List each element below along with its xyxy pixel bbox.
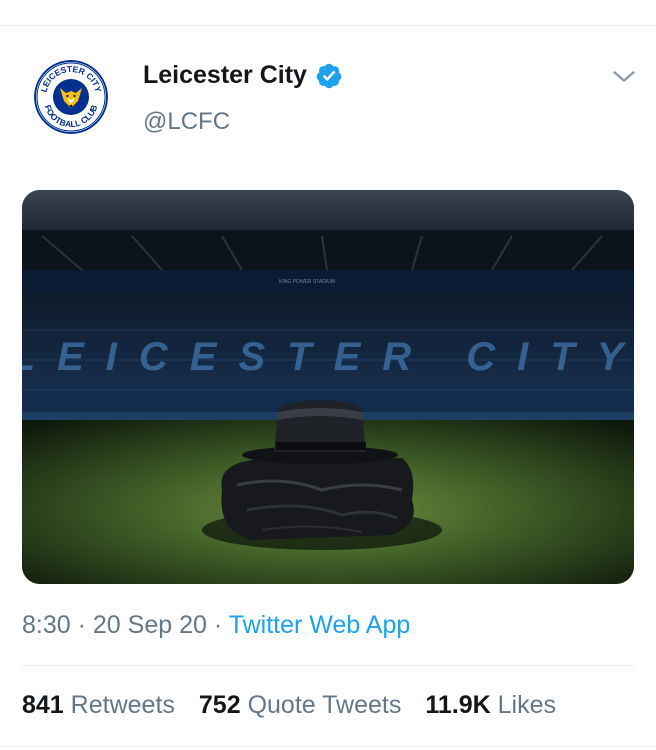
tweet-stats: 841 Retweets 752 Quote Tweets 11.9K Like…	[22, 691, 580, 720]
likes-count: 11.9K	[425, 691, 491, 719]
user-handle[interactable]: @LCFC	[143, 108, 230, 136]
stats-divider	[22, 665, 634, 666]
tweet-time[interactable]: 8:30	[22, 611, 71, 639]
likes-label: Likes	[497, 691, 557, 719]
verified-badge-icon	[316, 63, 342, 88]
retweets-stat[interactable]: 841 Retweets	[22, 691, 175, 720]
likes-stat[interactable]: 11.9K Likes	[425, 691, 556, 720]
quote-tweets-stat[interactable]: 752 Quote Tweets	[199, 691, 401, 720]
quote-tweets-label: Quote Tweets	[247, 691, 402, 719]
meta-separator: ·	[77, 611, 86, 639]
meta-separator: ·	[213, 611, 223, 639]
top-divider	[0, 25, 656, 26]
stadium-photo: KING POWER STADIUM LEICESTER CITY	[22, 190, 634, 584]
tweet-timestamp: 8:30 · 20 Sep 20 · Twitter Web App	[22, 611, 410, 640]
quote-tweets-count: 752	[198, 691, 241, 719]
avatar[interactable]: LEICESTER CITY FOOTBALL CLUB	[34, 60, 108, 134]
tweet-media-image[interactable]: KING POWER STADIUM LEICESTER CITY	[22, 190, 634, 584]
tweet-source-link[interactable]: Twitter Web App	[229, 611, 411, 639]
stand-lettering: LEICESTER CITY	[22, 335, 634, 379]
leicester-city-crest-icon: LEICESTER CITY FOOTBALL CLUB	[34, 60, 108, 134]
bottom-divider	[0, 746, 656, 747]
tweet-date[interactable]: 20 Sep 20	[93, 611, 207, 639]
chevron-down-icon[interactable]	[610, 62, 638, 90]
stadium-sign: KING POWER STADIUM	[279, 279, 335, 285]
display-name-text: Leicester City	[143, 61, 307, 89]
retweets-count: 841	[22, 691, 64, 719]
retweets-label: Retweets	[70, 691, 175, 719]
display-name[interactable]: Leicester City	[143, 61, 343, 90]
